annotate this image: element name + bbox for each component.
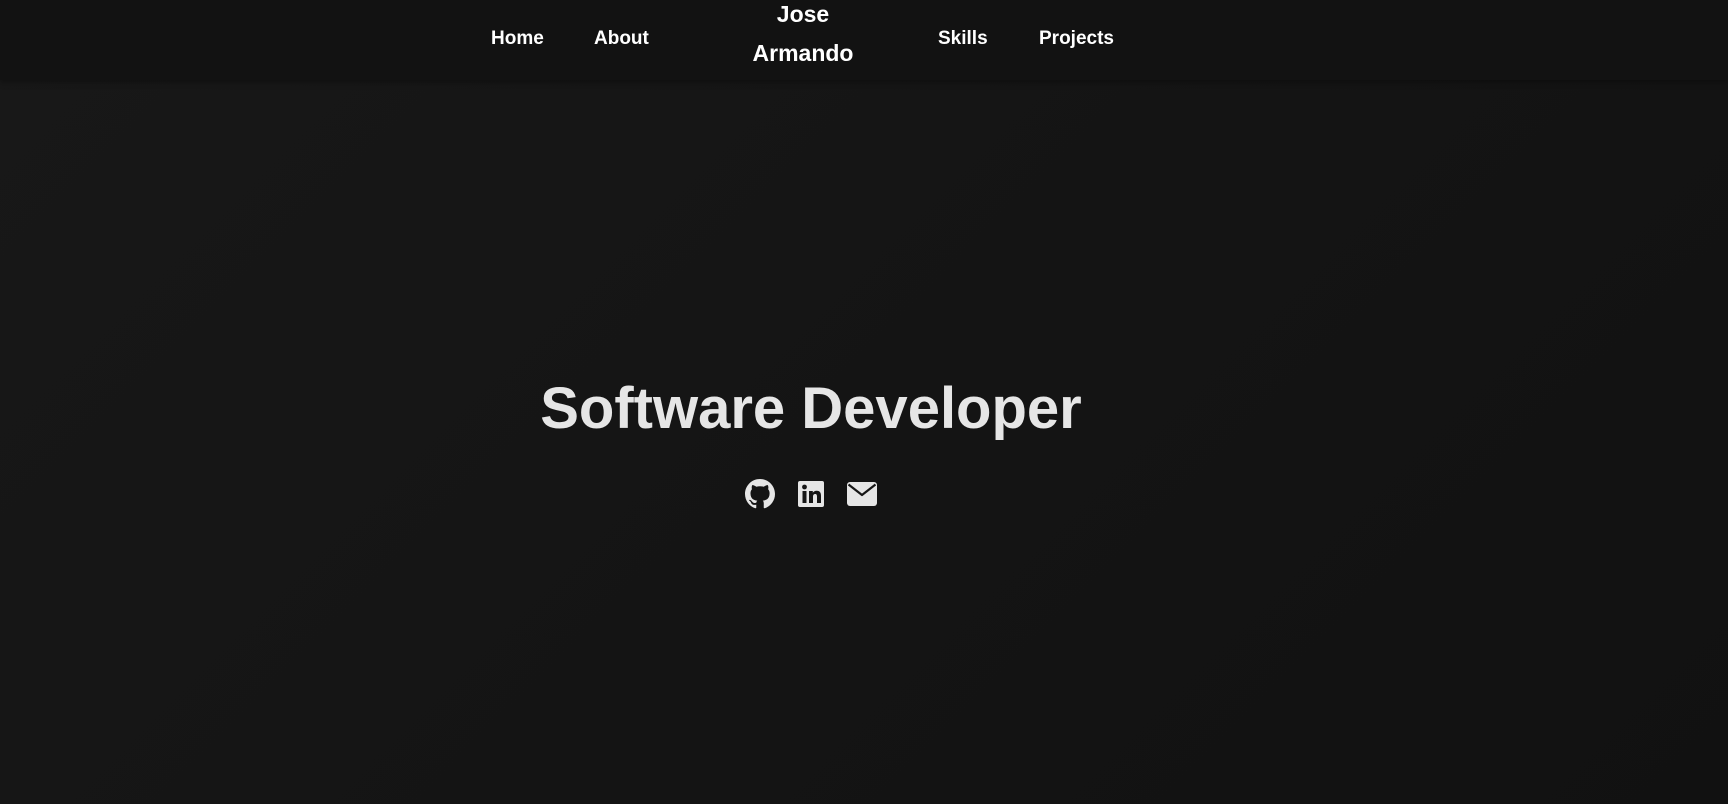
- brand-first-name: Jose: [776, 1, 830, 27]
- github-link[interactable]: [745, 477, 775, 511]
- linkedin-link[interactable]: [797, 477, 825, 511]
- nav-link-skills[interactable]: Skills: [938, 26, 988, 52]
- brand-name[interactable]: Jose Armando: [700, 0, 906, 73]
- page: Home About Jose Armando Skills Projects …: [0, 0, 1728, 804]
- email-link[interactable]: [846, 477, 878, 511]
- email-icon: [847, 482, 877, 506]
- github-icon: [745, 479, 775, 509]
- brand-last-name: Armando: [752, 40, 854, 66]
- nav-link-about[interactable]: About: [594, 26, 649, 52]
- linkedin-icon: [798, 481, 824, 507]
- navbar: Home About Jose Armando Skills Projects: [0, 0, 1728, 80]
- hero-title: Software Developer: [540, 376, 1082, 441]
- nav-link-projects[interactable]: Projects: [1039, 26, 1114, 52]
- nav-link-home[interactable]: Home: [491, 26, 544, 52]
